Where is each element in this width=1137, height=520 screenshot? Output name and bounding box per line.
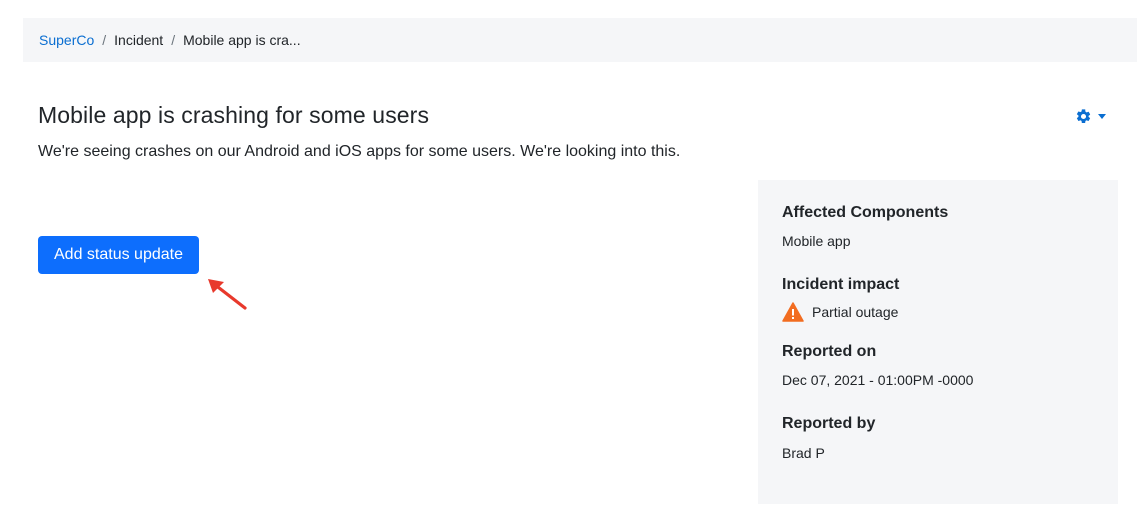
- add-status-update-button[interactable]: Add status update: [38, 236, 199, 274]
- breadcrumb-item-incident[interactable]: Incident: [114, 32, 163, 48]
- reported-on-heading: Reported on: [782, 343, 877, 360]
- red-arrow-icon: [208, 279, 247, 310]
- reported-by-heading: Reported by: [782, 415, 876, 432]
- breadcrumb-separator: /: [171, 32, 176, 48]
- incident-details-panel: Affected Components Mobile app Incident …: [758, 180, 1118, 504]
- affected-components-heading: Affected Components: [782, 204, 949, 221]
- incident-impact-row: Partial outage: [782, 302, 898, 322]
- breadcrumb-link-superco[interactable]: SuperCo: [39, 32, 94, 48]
- incident-description: We're seeing crashes on our Android and …: [38, 143, 681, 160]
- reported-on-value: Dec 07, 2021 - 01:00PM -0000: [782, 372, 974, 388]
- reported-by-value: Brad P: [782, 445, 825, 461]
- breadcrumb-current: Mobile app is cra...: [183, 32, 301, 48]
- warning-icon: [782, 302, 804, 322]
- caret-down-icon: [1098, 113, 1106, 119]
- settings-dropdown-button[interactable]: [1075, 108, 1106, 125]
- incident-impact-value: Partial outage: [812, 304, 899, 320]
- breadcrumb-separator: /: [102, 32, 107, 48]
- affected-components-value: Mobile app: [782, 233, 851, 249]
- gear-icon: [1076, 109, 1091, 124]
- breadcrumb: SuperCo / Incident / Mobile app is cra..…: [23, 18, 1137, 62]
- incident-impact-heading: Incident impact: [782, 276, 900, 293]
- page-title: Mobile app is crashing for some users: [38, 102, 430, 128]
